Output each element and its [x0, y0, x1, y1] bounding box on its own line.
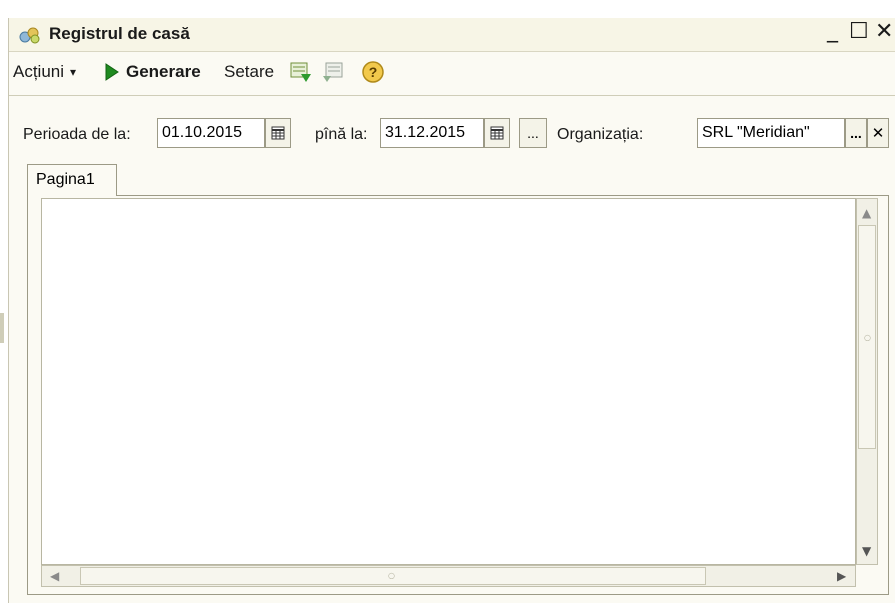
actions-menu[interactable]: Acțiuni ▾ [13, 62, 76, 82]
scroll-down-icon[interactable]: ▼ [862, 544, 871, 558]
vertical-scrollbar[interactable]: ▲ ○ ▼ [856, 198, 878, 565]
splitter-handle[interactable] [0, 313, 4, 343]
scroll-right-icon[interactable]: ▶ [837, 569, 846, 583]
chevron-down-icon: ▾ [70, 65, 77, 79]
cash-register-window: Registrul de casă _ ☐ ✕ Acțiuni ▾ Genera… [8, 18, 895, 603]
calendar-icon [490, 126, 504, 140]
vertical-scroll-thumb[interactable]: ○ [858, 225, 876, 449]
export-icon[interactable] [289, 60, 313, 84]
play-icon [105, 63, 119, 81]
toolbar: Acțiuni ▾ Generare Setare ? [9, 52, 895, 96]
period-from-input[interactable] [157, 118, 265, 148]
organization-select-button[interactable]: ... [845, 118, 867, 148]
generate-button[interactable]: Generare [105, 62, 201, 82]
settings-button[interactable]: Setare [224, 62, 274, 82]
help-glyph: ? [369, 64, 378, 80]
wallet-icon [19, 25, 41, 45]
period-to-input[interactable] [380, 118, 484, 148]
horizontal-scrollbar[interactable]: ◀ ○ ▶ [41, 565, 856, 587]
calendar-icon [271, 126, 285, 140]
grip-icon: ○ [864, 333, 871, 342]
maximize-button[interactable]: ☐ [849, 19, 869, 44]
import-icon[interactable] [321, 60, 345, 84]
grip-icon: ○ [388, 571, 395, 580]
report-sheet[interactable] [41, 198, 856, 565]
window-title: Registrul de casă [49, 24, 190, 43]
period-to-calendar-button[interactable] [484, 118, 510, 148]
organization-clear-button[interactable]: ✕ [867, 118, 889, 148]
tab-pagina1[interactable]: Pagina1 [27, 164, 117, 196]
scroll-left-icon[interactable]: ◀ [50, 569, 59, 583]
title-bar[interactable]: Registrul de casă _ ☐ ✕ [9, 18, 895, 52]
close-button[interactable]: ✕ [875, 19, 893, 44]
organization-label: Organizația: [557, 126, 644, 143]
period-picker-button[interactable]: ... [519, 118, 547, 148]
period-from-label: Perioada de la: [23, 126, 131, 143]
horizontal-scroll-thumb[interactable]: ○ [80, 567, 706, 585]
scroll-up-icon[interactable]: ▲ [862, 206, 871, 220]
organization-input[interactable] [697, 118, 845, 148]
period-to-label: pînă la: [315, 126, 368, 143]
minimize-button[interactable]: _ [827, 18, 838, 43]
period-from-calendar-button[interactable] [265, 118, 291, 148]
generate-label: Generare [126, 62, 201, 81]
actions-label: Acțiuni [13, 62, 65, 81]
help-icon[interactable]: ? [361, 60, 385, 84]
